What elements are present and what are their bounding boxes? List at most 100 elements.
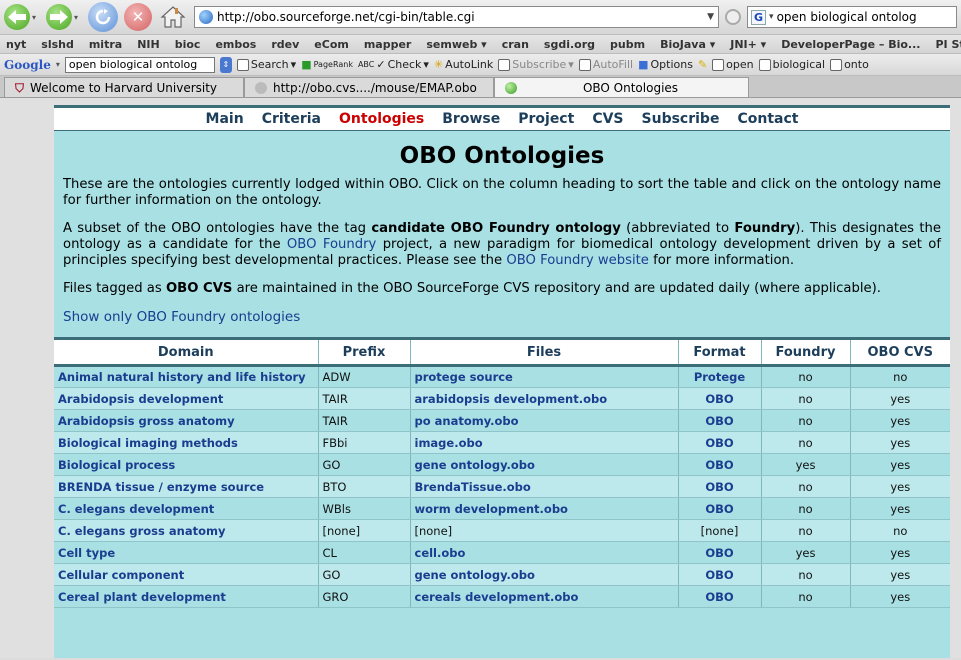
domain-cell[interactable]: Arabidopsis gross anatomy [54,409,318,432]
bookmark-item[interactable]: PI Status [935,38,961,51]
bookmark-item[interactable]: nyt [6,38,26,51]
format-cell[interactable]: OBO [677,387,761,410]
term-biological-button[interactable]: biological [758,58,825,71]
url-text[interactable]: http://obo.sourceforge.net/cgi-bin/table… [217,10,703,24]
search-input[interactable]: open biological ontolog [777,10,917,24]
domain-cell[interactable]: Biological imaging methods [54,431,318,454]
domain-cell[interactable]: C. elegans gross anatomy [54,519,318,542]
reload-icon[interactable] [88,2,118,32]
highlighter-icon[interactable]: ✎ [698,58,707,71]
options-button[interactable]: ■ Options [638,58,693,71]
tab-obo-ontologies[interactable]: OBO Ontologies [494,77,749,97]
term-open-button[interactable]: open [712,58,754,71]
nav-ontologies[interactable]: Ontologies [339,111,424,127]
files-cell[interactable]: gene ontology.obo [409,563,678,586]
files-cell[interactable]: arabidopsis development.obo [409,387,678,410]
domain-cell[interactable]: Arabidopsis development [54,387,318,410]
spellcheck-button[interactable]: ABC ✓ Check ▾ [358,58,429,71]
format-cell[interactable]: OBO [677,409,761,432]
nav-criteria[interactable]: Criteria [262,111,321,127]
bookmark-item[interactable]: bioc [175,38,201,51]
tab-emap-obo[interactable]: http://obo.cvs..../mouse/EMAP.obo [244,77,494,97]
autolink-button[interactable]: ✳ AutoLink [434,58,493,71]
google-logo[interactable]: Google [4,58,51,72]
files-cell[interactable]: cell.obo [409,541,678,564]
files-cell[interactable]: gene ontology.obo [409,453,678,476]
nav-contact[interactable]: Contact [737,111,798,127]
search-box[interactable]: G ▾ open biological ontolog [747,6,957,28]
column-header-domain[interactable]: Domain [54,337,318,367]
bookmark-item[interactable]: BioJava ▾ [660,38,715,51]
bookmark-item[interactable]: pubm [610,38,645,51]
go-button-icon[interactable] [725,9,741,25]
files-cell[interactable]: BrendaTissue.obo [409,475,678,498]
subscribe-button[interactable]: Subscribe ▾ [498,58,574,71]
bookmark-item[interactable]: sgdi.org [544,38,595,51]
column-header-obo-cvs[interactable]: OBO CVS [849,337,950,367]
back-history-dropdown-icon[interactable]: ▾ [32,13,40,22]
obo-cvs-cell: yes [849,431,950,454]
format-cell[interactable]: OBO [677,431,761,454]
bookmark-item[interactable]: slshd [41,38,74,51]
column-header-format[interactable]: Format [677,337,761,367]
format-cell[interactable]: OBO [677,563,761,586]
column-header-foundry[interactable]: Foundry [760,337,850,367]
bookmark-item[interactable]: rdev [271,38,299,51]
tab-harvard[interactable]: ⛉ Welcome to Harvard University [4,77,244,97]
domain-cell[interactable]: Cellular component [54,563,318,586]
column-header-files[interactable]: Files [409,337,678,367]
domain-cell[interactable]: Animal natural history and life history [54,365,318,388]
forward-history-dropdown-icon[interactable]: ▾ [74,13,82,22]
format-cell[interactable]: OBO [677,453,761,476]
nav-main[interactable]: Main [206,111,244,127]
bookmark-item[interactable]: cran [502,38,529,51]
format-cell[interactable]: OBO [677,585,761,608]
home-icon[interactable] [158,3,188,31]
back-arrow-icon[interactable] [4,4,30,30]
column-header-prefix[interactable]: Prefix [317,337,410,367]
domain-cell[interactable]: Cell type [54,541,318,564]
autofill-button[interactable]: AutoFill [578,58,633,71]
files-cell[interactable]: protege source [409,365,678,388]
bookmark-item[interactable]: eCom [314,38,349,51]
domain-cell[interactable]: C. elegans development [54,497,318,520]
google-search-button[interactable]: Search ▾ [236,58,296,71]
files-cell[interactable]: worm development.obo [409,497,678,520]
show-foundry-only-link[interactable]: Show only OBO Foundry ontologies [63,309,941,325]
format-cell[interactable]: Protege [677,365,761,388]
url-history-dropdown-icon[interactable]: ▼ [707,12,714,22]
files-cell[interactable]: cereals development.obo [409,585,678,608]
format-cell[interactable]: OBO [677,475,761,498]
forward-arrow-icon[interactable] [46,4,72,30]
format-cell[interactable]: OBO [677,497,761,520]
google-search-input[interactable]: open biological ontolog [64,56,215,73]
files-cell[interactable]: image.obo [409,431,678,454]
google-menu-dropdown-icon[interactable]: ▾ [56,60,60,69]
nav-cvs[interactable]: CVS [592,111,623,127]
bookmark-item[interactable]: mapper [364,38,412,51]
domain-cell[interactable]: BRENDA tissue / enzyme source [54,475,318,498]
obo-foundry-link[interactable]: OBO Foundry [287,237,376,252]
bookmark-item[interactable]: semweb ▾ [426,38,486,51]
bookmark-item[interactable]: embos [215,38,256,51]
address-bar[interactable]: http://obo.sourceforge.net/cgi-bin/table… [194,6,719,28]
format-cell[interactable]: OBO [677,541,761,564]
bookmark-item[interactable]: DeveloperPage – Bio... [781,38,920,51]
files-cell[interactable]: po anatomy.obo [409,409,678,432]
pagerank-button[interactable]: ■ PageRank [301,58,353,71]
bookmark-item[interactable]: JNI+ ▾ [730,38,766,51]
nav-subscribe[interactable]: Subscribe [642,111,720,127]
term-onto-button[interactable]: onto [830,58,869,71]
obo-foundry-website-link[interactable]: OBO Foundry website [506,253,649,268]
nav-browse[interactable]: Browse [442,111,500,127]
search-engine-dropdown-icon[interactable]: ▾ [769,12,774,22]
search-engine-icon[interactable]: G [751,9,767,25]
nav-project[interactable]: Project [518,111,574,127]
domain-cell[interactable]: Biological process [54,453,318,476]
bookmark-item[interactable]: NIH [137,38,160,51]
domain-cell[interactable]: Cereal plant development [54,585,318,608]
google-search-stepper-icon[interactable]: ⇕ [219,56,232,73]
bookmark-item[interactable]: mitra [89,38,122,51]
stop-icon[interactable]: ✕ [124,3,152,31]
google-toolbar: Google ▾ open biological ontolog ⇕ Searc… [0,54,961,76]
